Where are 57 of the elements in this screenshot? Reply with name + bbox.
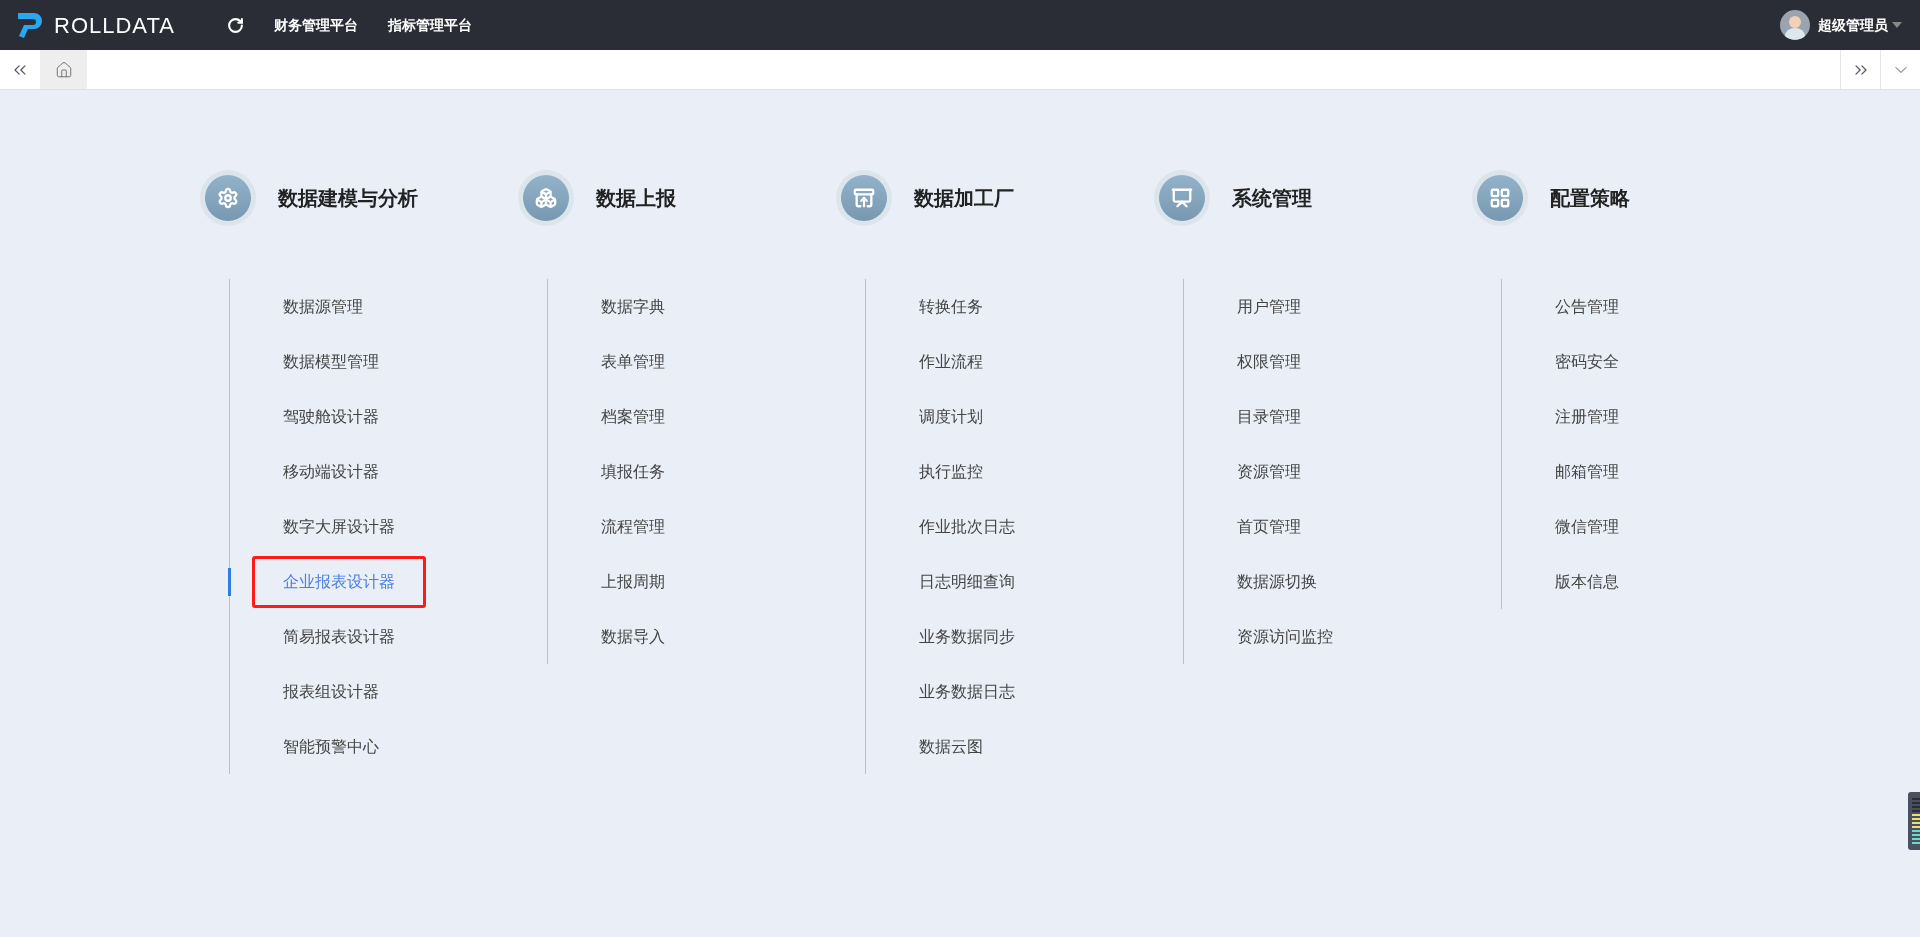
menu-link[interactable]: 公告管理 xyxy=(1524,280,1650,333)
menu-link[interactable]: 业务数据日志 xyxy=(888,665,1046,718)
menu-link[interactable]: 业务数据同步 xyxy=(888,610,1046,663)
side-handle-icon[interactable] xyxy=(1908,792,1920,850)
menu-link[interactable]: 调度计划 xyxy=(888,390,1014,443)
menu-link[interactable]: 档案管理 xyxy=(570,390,696,443)
menu-link[interactable]: 数据源切换 xyxy=(1206,555,1348,608)
menu-link[interactable]: 执行监控 xyxy=(888,445,1014,498)
menu-link[interactable]: 简易报表设计器 xyxy=(252,610,426,663)
logo-text: ROLLDATA xyxy=(54,11,175,40)
menu-link[interactable]: 数字大屏设计器 xyxy=(252,500,426,553)
menu-link[interactable]: 驾驶舱设计器 xyxy=(252,390,410,443)
menu-link[interactable]: 转换任务 xyxy=(888,280,1014,333)
menu-link[interactable]: 资源管理 xyxy=(1206,445,1332,498)
nav-link[interactable]: 指标管理平台 xyxy=(387,14,472,36)
home-tab[interactable] xyxy=(40,50,87,89)
refresh-icon[interactable] xyxy=(226,16,244,34)
category-title: 系统管理 xyxy=(1232,186,1312,211)
menu-link[interactable]: 微信管理 xyxy=(1524,500,1650,553)
menu-link[interactable]: 日志明细查询 xyxy=(888,555,1046,608)
category-title: 数据上报 xyxy=(596,186,676,211)
nav-link[interactable]: 财务管理平台 xyxy=(273,14,358,36)
menu-link[interactable]: 上报周期 xyxy=(570,555,696,608)
user-name[interactable]: 超级管理员 xyxy=(1818,14,1888,36)
category-title: 数据建模与分析 xyxy=(278,186,418,211)
menu-link[interactable]: 表单管理 xyxy=(570,335,696,388)
menu-link[interactable]: 移动端设计器 xyxy=(252,445,410,498)
home-icon[interactable] xyxy=(54,60,73,79)
menu-link[interactable]: 作业流程 xyxy=(888,335,1014,388)
menu-link[interactable]: 数据源管理 xyxy=(252,280,394,333)
menu-link[interactable]: 权限管理 xyxy=(1206,335,1332,388)
menu-link[interactable]: 填报任务 xyxy=(570,445,696,498)
menu-link[interactable]: 版本信息 xyxy=(1524,555,1650,608)
gear-icon xyxy=(217,187,239,209)
grid-icon xyxy=(1489,187,1511,209)
cubes-icon xyxy=(535,187,557,209)
menu-link[interactable]: 邮箱管理 xyxy=(1524,445,1650,498)
category-title: 数据加工厂 xyxy=(914,186,1014,211)
caret-icon[interactable] xyxy=(1892,22,1902,28)
avatar-icon[interactable] xyxy=(1780,10,1810,40)
category-title: 配置策略 xyxy=(1550,186,1630,211)
menu-link[interactable]: 数据字典 xyxy=(570,280,696,333)
menu-link[interactable]: 数据模型管理 xyxy=(252,335,410,388)
menu-link[interactable]: 数据导入 xyxy=(570,610,696,663)
menu-link[interactable]: 数据云图 xyxy=(888,720,1014,773)
menu-link[interactable]: 作业批次日志 xyxy=(888,500,1046,553)
menu-link[interactable]: 用户管理 xyxy=(1206,280,1332,333)
menu-link[interactable]: 目录管理 xyxy=(1206,390,1332,443)
menu-link[interactable]: 报表组设计器 xyxy=(252,665,410,718)
menu-link[interactable]: 首页管理 xyxy=(1206,500,1332,553)
menu-link[interactable]: 密码安全 xyxy=(1524,335,1650,388)
chart-board-icon xyxy=(1171,187,1193,209)
menu-link[interactable]: 智能预警中心 xyxy=(252,720,410,773)
upload-box-icon xyxy=(853,187,875,209)
menu-link[interactable]: 流程管理 xyxy=(570,500,696,553)
menu-link[interactable]: 资源访问监控 xyxy=(1206,610,1364,663)
menu-link[interactable]: 注册管理 xyxy=(1524,390,1650,443)
